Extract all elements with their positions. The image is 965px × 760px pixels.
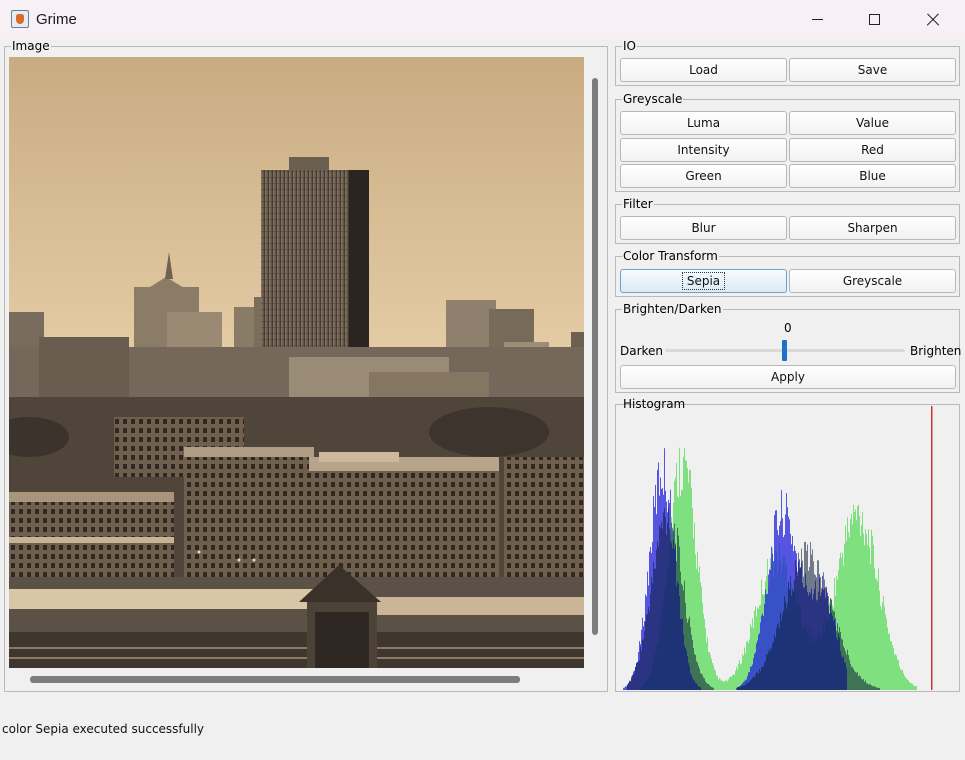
luma-button[interactable]: Luma xyxy=(620,111,787,135)
load-button[interactable]: Load xyxy=(620,58,787,82)
histogram-chart xyxy=(617,406,958,690)
filter-panel: Filter Blur Sharpen xyxy=(615,197,960,244)
color-transform-panel-label: Color Transform xyxy=(622,249,719,263)
greyscale-transform-button[interactable]: Greyscale xyxy=(789,269,956,293)
brighten-darken-panel-label: Brighten/Darken xyxy=(622,302,723,316)
status-message: color Sepia executed successfully xyxy=(2,722,205,736)
red-channel-line xyxy=(931,406,933,690)
close-button[interactable] xyxy=(904,0,962,39)
filter-panel-label: Filter xyxy=(622,197,654,211)
io-panel-label: IO xyxy=(622,39,637,53)
window-title: Grime xyxy=(36,11,77,28)
darken-label: Darken xyxy=(620,344,664,358)
color-transform-panel: Color Transform Sepia Greyscale xyxy=(615,249,960,297)
value-button[interactable]: Value xyxy=(789,111,956,135)
image-view[interactable] xyxy=(9,57,584,668)
brighten-label: Brighten xyxy=(910,344,962,358)
greyscale-panel: Greyscale Luma Value Intensity Red Green… xyxy=(615,92,960,192)
green-button[interactable]: Green xyxy=(620,164,787,188)
maximize-button[interactable] xyxy=(846,0,904,39)
horizontal-scrollbar[interactable] xyxy=(30,676,520,683)
minimize-icon xyxy=(812,19,823,20)
java-cup-icon xyxy=(11,10,29,28)
apply-button[interactable]: Apply xyxy=(620,365,956,389)
histogram-graphic xyxy=(623,406,933,690)
sharpen-button[interactable]: Sharpen xyxy=(789,216,956,240)
blur-button[interactable]: Blur xyxy=(620,216,787,240)
maximize-icon xyxy=(869,14,880,25)
greyscale-panel-label: Greyscale xyxy=(622,92,684,106)
minimize-button[interactable] xyxy=(788,0,846,39)
save-button[interactable]: Save xyxy=(789,58,956,82)
histogram-panel: Histogram xyxy=(615,397,960,692)
sepia-button-label: Sepia xyxy=(681,272,726,290)
io-panel: IO Load Save xyxy=(615,39,960,86)
slider-thumb[interactable] xyxy=(782,340,787,361)
image-panel-label: Image xyxy=(11,39,51,53)
blue-button[interactable]: Blue xyxy=(789,164,956,188)
brighten-darken-panel: Brighten/Darken 0 Darken Brighten Apply xyxy=(615,302,962,393)
sepia-button[interactable]: Sepia xyxy=(620,269,787,293)
intensity-button[interactable]: Intensity xyxy=(620,138,787,162)
title-bar: Grime xyxy=(0,0,965,39)
slider-value: 0 xyxy=(784,321,792,335)
sepia-city-image xyxy=(9,57,584,668)
vertical-scrollbar[interactable] xyxy=(592,78,598,635)
image-panel: Image xyxy=(4,39,608,692)
red-button[interactable]: Red xyxy=(789,138,956,162)
